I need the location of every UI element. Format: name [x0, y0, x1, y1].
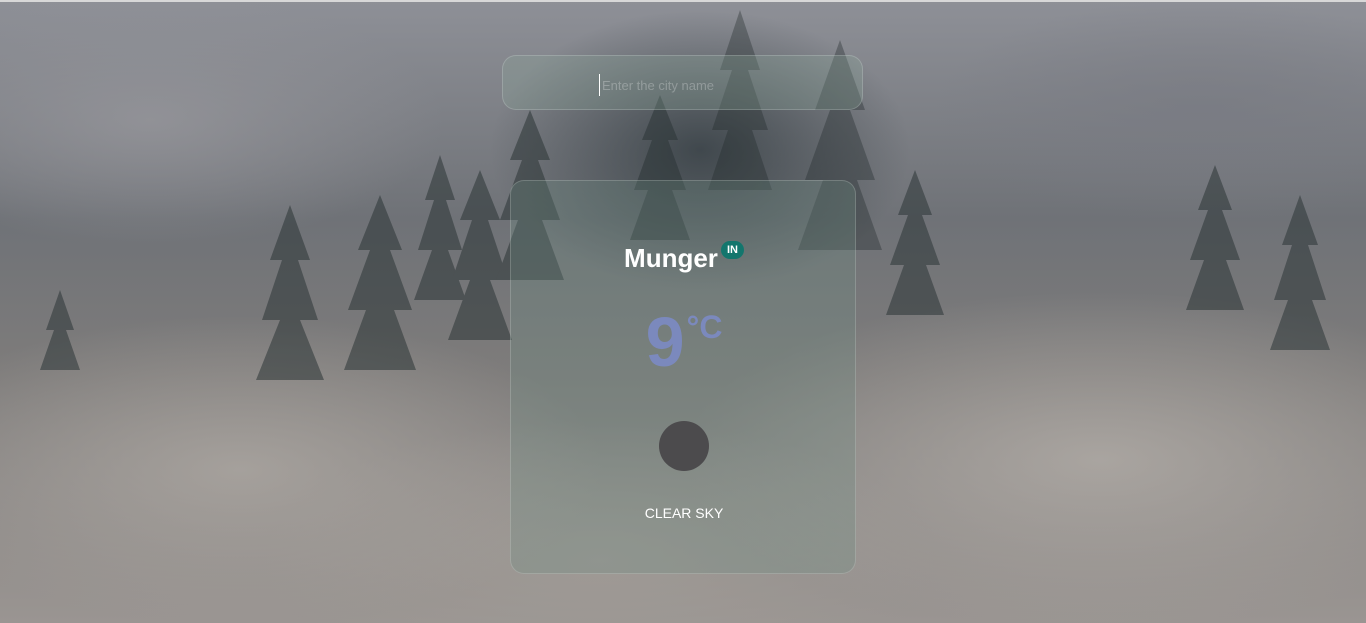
location-row: Munger IN	[511, 241, 857, 274]
weather-condition-text: CLEAR SKY	[644, 505, 724, 521]
temperature-unit: °C	[686, 309, 723, 345]
temperature-row: 9°C	[511, 307, 857, 377]
country-code-badge: IN	[720, 241, 744, 259]
city-name: Munger	[624, 243, 718, 273]
weather-condition-icon	[659, 421, 709, 471]
temperature-value: 9	[645, 303, 685, 381]
city-search-input[interactable]	[599, 74, 824, 96]
weather-card: Munger IN 9°C CLEAR SKY	[510, 180, 856, 574]
search-bar	[502, 55, 863, 110]
